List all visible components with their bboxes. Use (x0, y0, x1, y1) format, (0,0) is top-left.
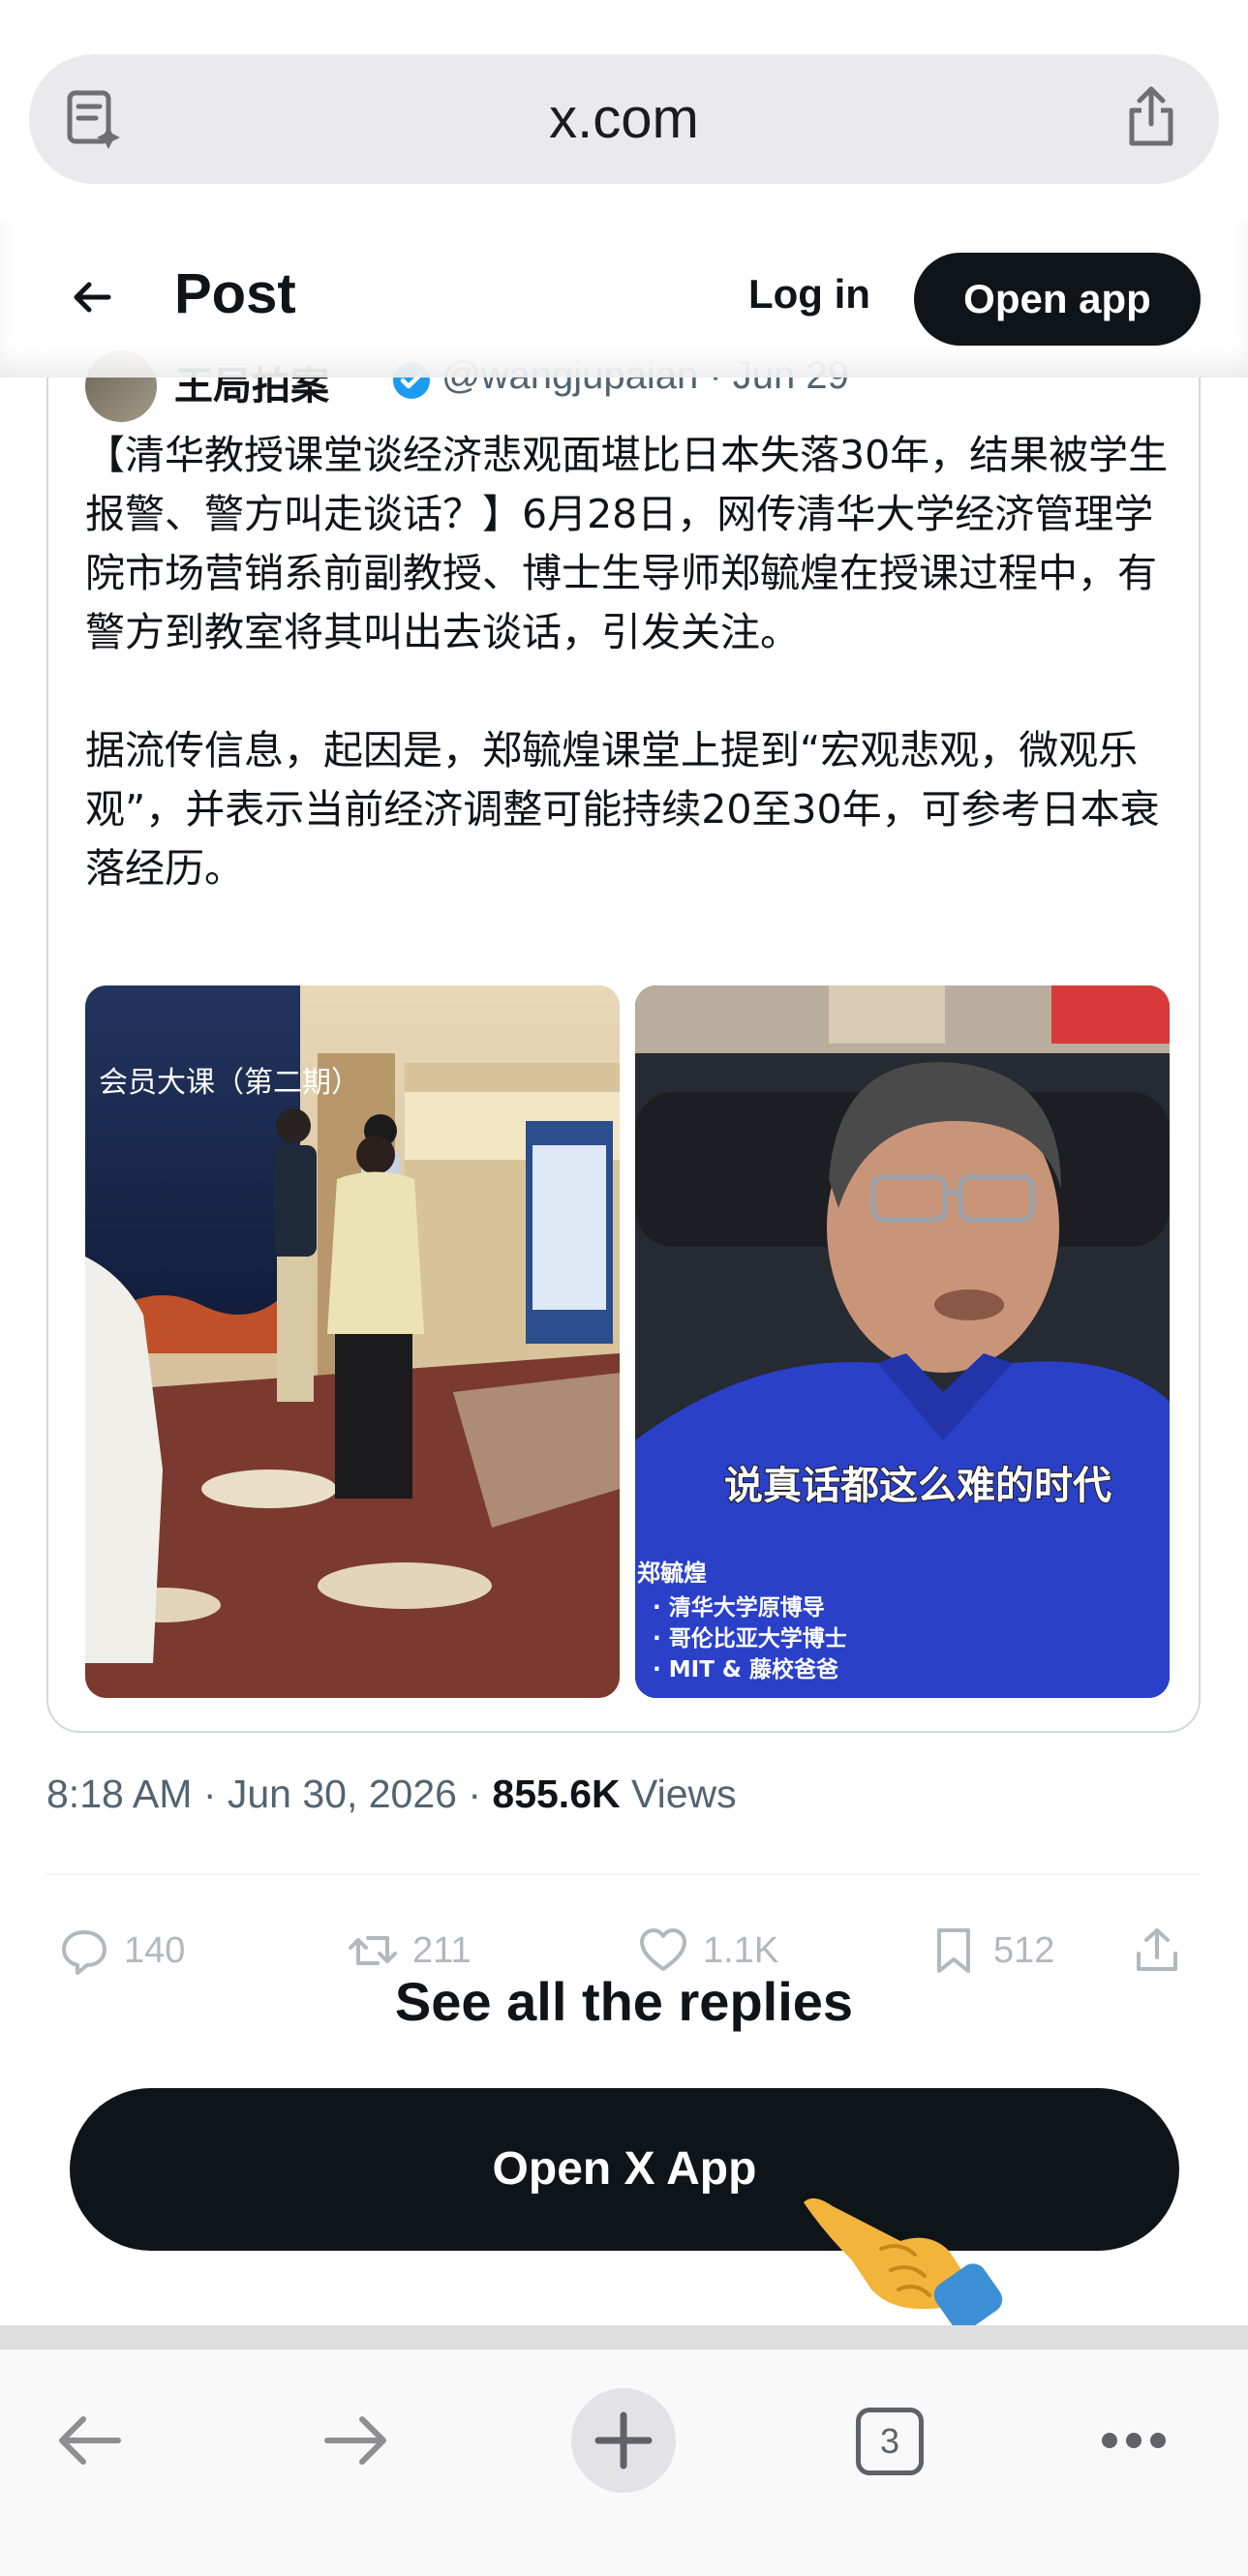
video-bullet-2: · 哥伦比亚大学博士 (653, 1625, 847, 1652)
plus-icon (594, 2411, 653, 2470)
browser-top-bar: x.com (0, 0, 1248, 223)
open-app-button[interactable]: Open app (914, 253, 1201, 346)
heart-icon (640, 1928, 686, 1971)
reply-icon (62, 1930, 107, 1975)
quoted-tweet-card[interactable]: 王局拍案 @wangjupaian · Jun 29 【清华教授课堂谈经济悲观面… (46, 290, 1201, 1733)
like-count: 1.1K (703, 1929, 779, 1971)
forward-arrow-icon[interactable] (321, 2413, 391, 2468)
bookmark-icon (937, 1928, 970, 1973)
more-icon[interactable] (1100, 2431, 1168, 2450)
reply-count: 140 (124, 1929, 186, 1971)
new-tab-button[interactable] (571, 2388, 676, 2493)
post-header: Post Log in Open app (0, 223, 1248, 378)
back-arrow-icon[interactable] (54, 2413, 124, 2468)
tabs-icon[interactable]: 3 (856, 2408, 924, 2475)
see-all-replies-heading: See all the replies (394, 1971, 854, 2032)
open-x-app-button[interactable]: Open X App (70, 2088, 1179, 2251)
interview-video-still[interactable]: 说真话都这么难的时代 郑毓煌 · 清华大学原博导 · 哥伦比亚大学博士 · MI… (635, 985, 1170, 1698)
divider (46, 1873, 1201, 1875)
share-icon (1137, 1928, 1177, 1971)
repost-count: 211 (412, 1929, 472, 1971)
pointing-hand-icon (804, 2197, 1003, 2331)
address-bar[interactable]: x.com (29, 54, 1219, 184)
video-bullet-3: · MIT & 藤校爸爸 (653, 1656, 838, 1682)
media-grid: 会员大课（第二期） 说真话都这么难的时代 郑毓煌 · 清华大学原博导 · 哥伦比… (85, 985, 1199, 1698)
page-title: Post (174, 262, 296, 325)
video-bullet-1: · 清华大学原博导 (653, 1594, 825, 1621)
back-arrow-icon[interactable] (70, 275, 114, 319)
views-count: 855.6K (492, 1772, 621, 1816)
bookmark-count: 512 (993, 1929, 1055, 1971)
share-icon[interactable] (1122, 85, 1180, 149)
hotel-lobby-photo[interactable]: 会员大课（第二期） (85, 985, 620, 1698)
banner-text: 会员大课（第二期） (99, 1066, 360, 1100)
video-name-tag: 郑毓煌 (637, 1560, 707, 1587)
repost-icon (349, 1936, 397, 1965)
url-text[interactable]: x.com (29, 54, 1219, 184)
video-caption: 说真话都这么难的时代 (724, 1464, 1111, 1508)
tweet-timestamp[interactable]: 8:18 AM · Jun 30, 2026 · (46, 1772, 492, 1816)
views-label: Views (620, 1772, 737, 1816)
tweet-meta: 8:18 AM · Jun 30, 2026 · 855.6K Views (46, 1772, 737, 1817)
content-edge (0, 2325, 1248, 2349)
tweet-text: 【清华教授课堂谈经济悲观面堪比日本失落30年，结果被学生报警、警方叫走谈话？】6… (85, 432, 1169, 892)
login-link[interactable]: Log in (748, 271, 870, 318)
browser-toolbar: 3 (0, 2349, 1248, 2576)
